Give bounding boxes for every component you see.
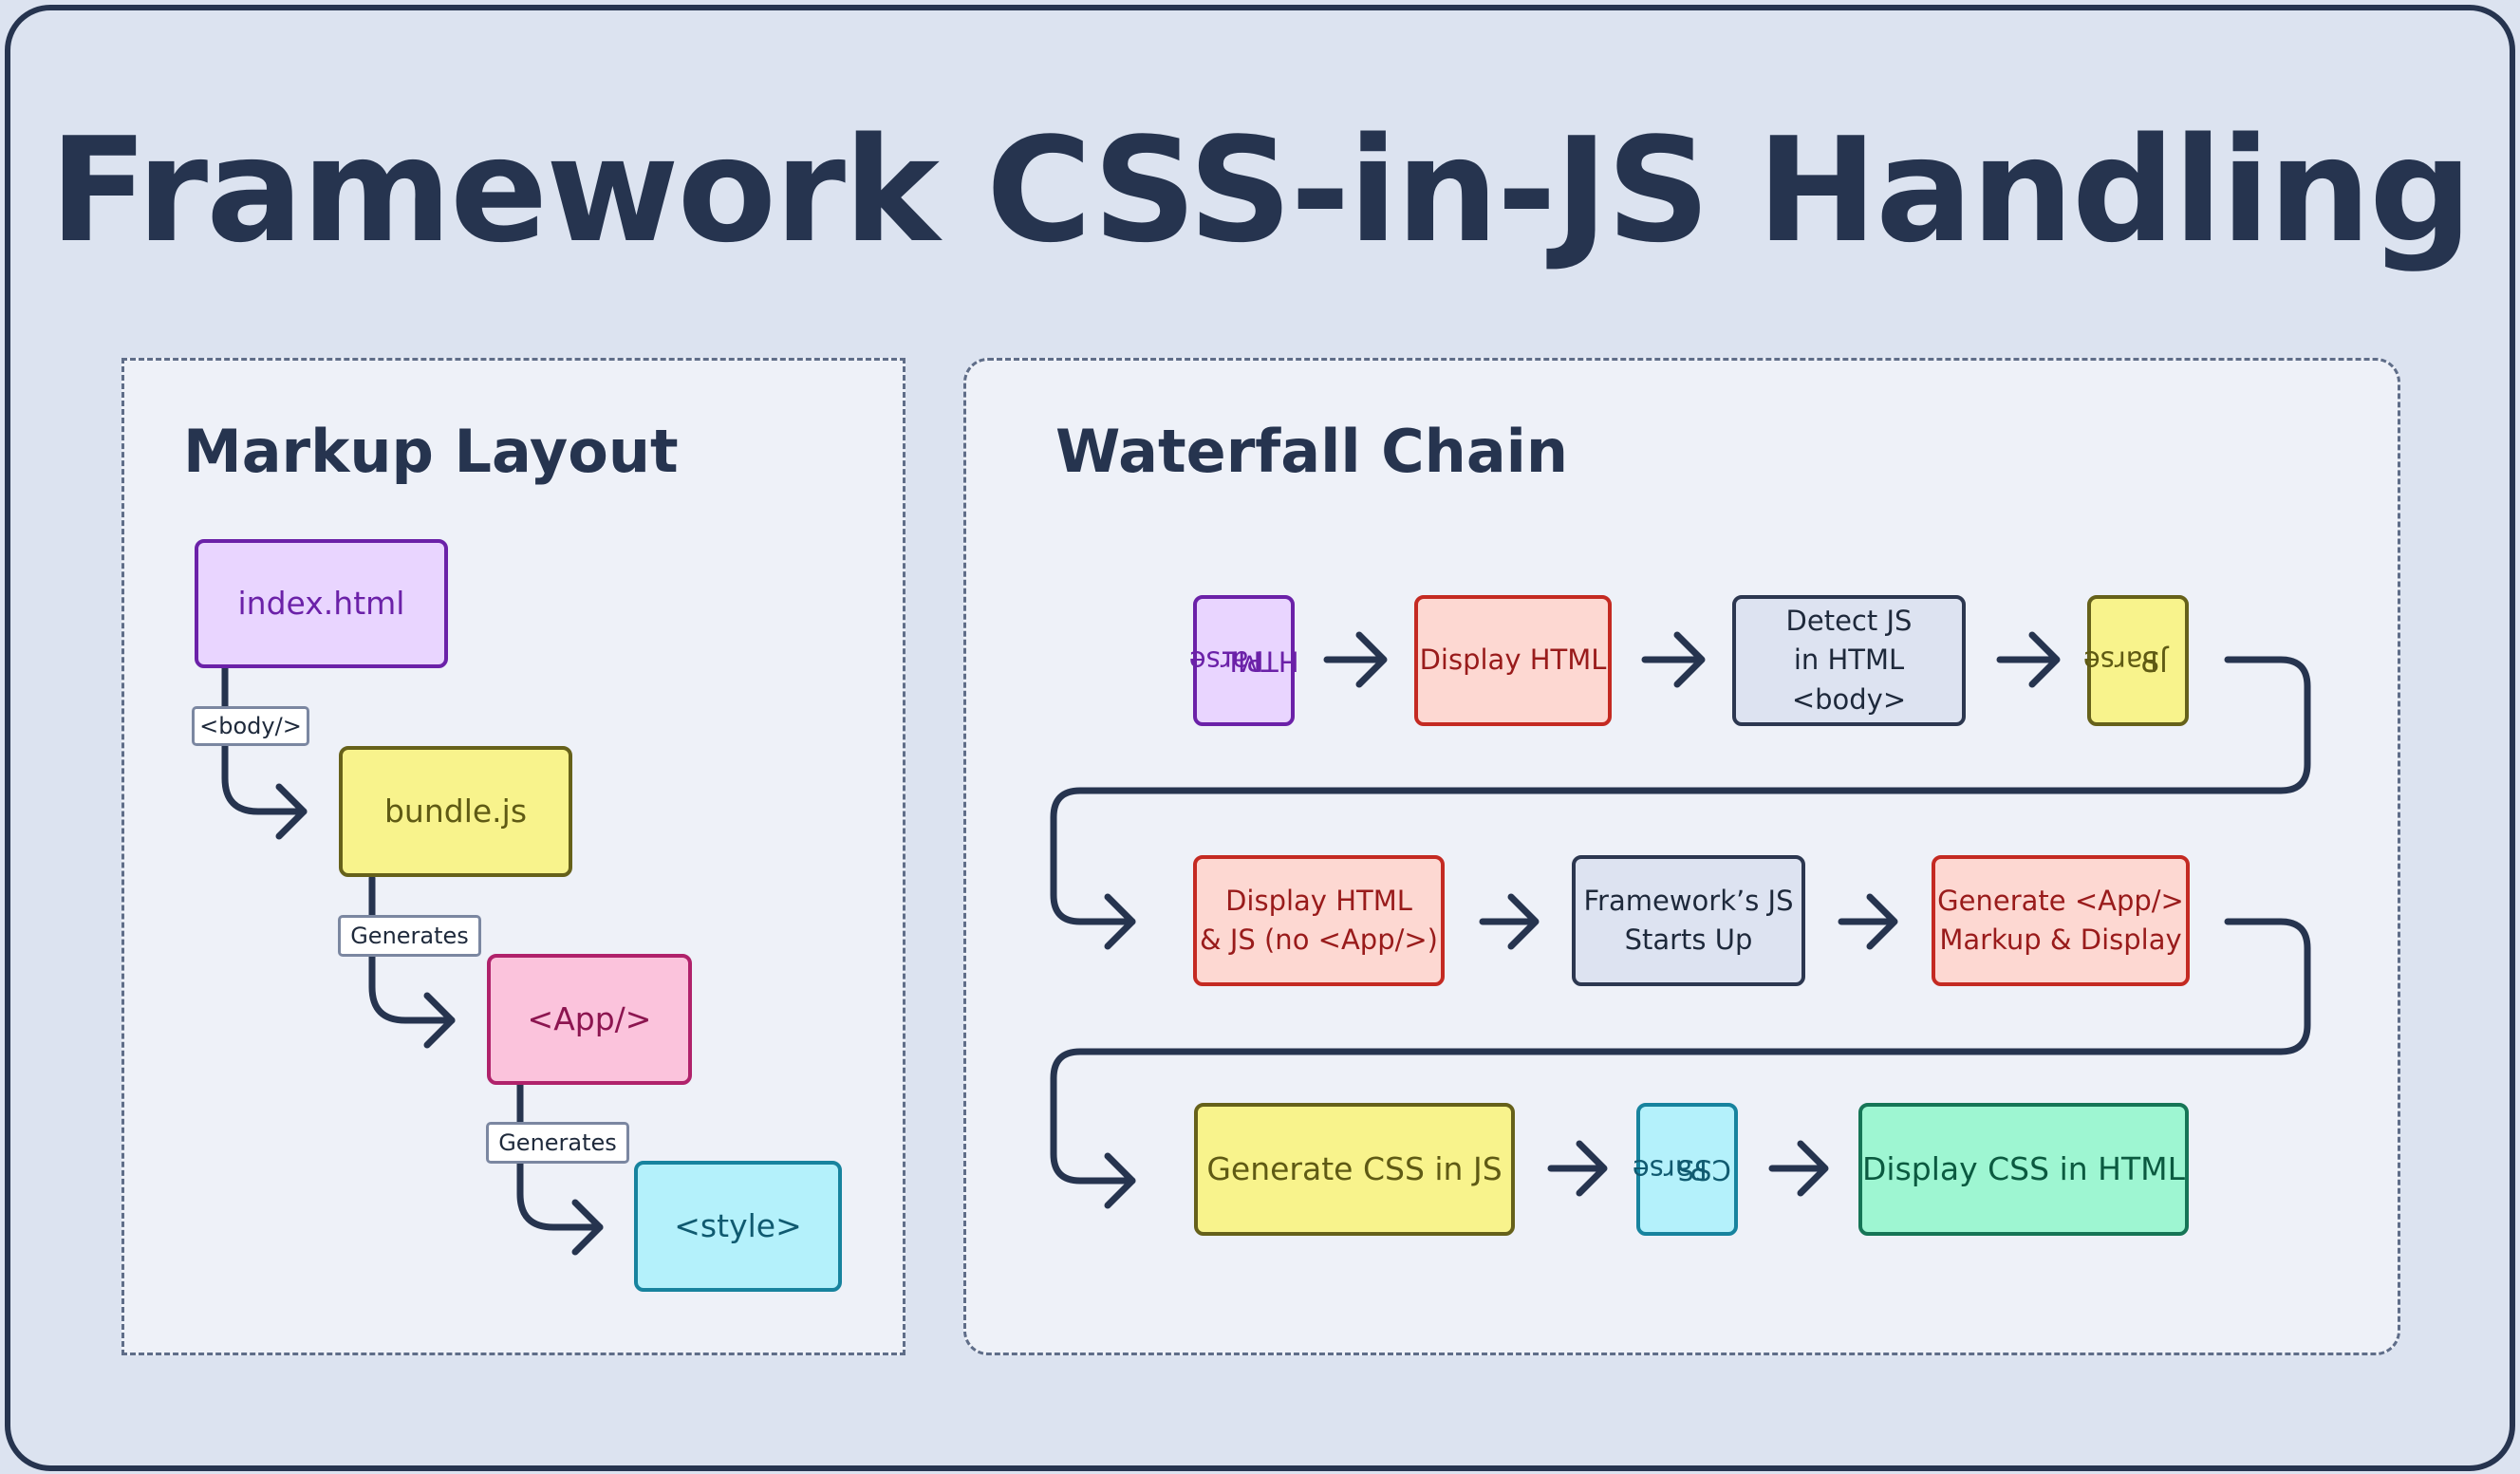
arrow-framework-to-generate-app [1838,893,1898,950]
edge-label-body: <body/> [192,706,309,746]
step-generate-app: Generate <App/> Markup & Display [1932,855,2190,986]
edge-label-generates-2: Generates [486,1122,629,1164]
node-index-html: index.html [195,539,448,668]
arrow-detect-to-parse-js [1996,631,2061,688]
arrow-parse-html-to-display [1323,631,1388,688]
step-parse-html: Parse HTML [1189,595,1299,726]
node-bundle-js: bundle.js [339,746,572,877]
step-display-html: Display HTML [1414,595,1612,726]
step-generate-css: Generate CSS in JS [1194,1103,1515,1236]
node-style: <style> [634,1161,842,1292]
edge-label-generates-1: Generates [338,915,481,957]
step-detect-js: Detect JS in HTML <body> [1732,595,1966,726]
step-display-html-js: Display HTML & JS (no <App/>) [1193,855,1445,986]
step-parse-js: Parse JS [2083,595,2189,726]
arrow-parse-css-to-display-css [1768,1140,1829,1197]
arrow-display-js-to-framework [1479,893,1540,950]
step-framework-js: Framework’s JS Starts Up [1572,855,1805,986]
step-display-css: Display CSS in HTML [1858,1103,2189,1236]
arrow-generate-css-to-parse-css [1547,1140,1608,1197]
node-app: <App/> [487,954,692,1085]
connector-lines [221,631,2311,1256]
step-parse-css: Parse CSS [1633,1103,1738,1236]
arrow-display-to-detect [1641,631,1706,688]
